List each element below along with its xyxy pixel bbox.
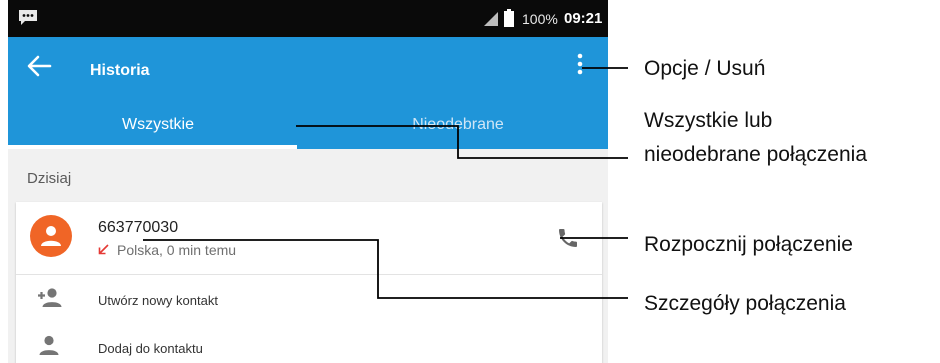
callout-options: Opcje / Usuń — [644, 57, 766, 80]
create-contact-label: Utwórz nowy kontakt — [98, 293, 218, 308]
overflow-menu-icon[interactable] — [571, 51, 589, 77]
battery-icon — [504, 9, 514, 27]
callout-call-details: Szczegóły połączenia — [644, 292, 846, 315]
page-title: Historia — [90, 62, 150, 79]
tab-all[interactable]: Wszystkie — [8, 106, 308, 149]
call-details[interactable]: Polska, 0 min temu — [117, 242, 236, 258]
contact-avatar[interactable] — [30, 215, 72, 257]
call-entry-card: 663770030 Polska, 0 min temu Utwórz nowy… — [16, 202, 602, 363]
callout-tabs: Wszystkie lub nieodebrane połączenia — [644, 109, 868, 166]
add-person-icon — [38, 288, 62, 307]
message-icon — [19, 10, 37, 25]
add-to-contact-label: Dodaj do kontaktu — [98, 341, 203, 356]
person-icon — [39, 335, 59, 355]
create-contact-row[interactable]: Utwórz nowy kontakt — [16, 275, 602, 323]
signal-icon — [484, 12, 498, 26]
selected-tab-indicator — [8, 145, 297, 149]
back-arrow-icon[interactable] — [26, 54, 52, 78]
add-to-contact-row[interactable]: Dodaj do kontaktu — [16, 323, 602, 363]
section-header-today: Dzisiaj — [27, 170, 72, 187]
callout-start-call: Rozpocznij połączenie — [644, 233, 853, 256]
phone-screen: 100% 09:21 Historia Wszystkie Nieodebran… — [8, 0, 608, 363]
app-bar: Historia — [8, 37, 608, 106]
person-icon — [41, 226, 61, 246]
phone-icon[interactable] — [556, 226, 580, 250]
tab-missed[interactable]: Nieodebrane — [308, 106, 608, 149]
battery-percentage: 100% — [522, 11, 558, 27]
tab-bar: Wszystkie Nieodebrane — [8, 106, 608, 149]
status-bar: 100% 09:21 — [8, 0, 608, 37]
clock: 09:21 — [564, 10, 603, 27]
missed-call-arrow-icon — [98, 244, 109, 255]
call-number[interactable]: 663770030 — [98, 219, 178, 237]
